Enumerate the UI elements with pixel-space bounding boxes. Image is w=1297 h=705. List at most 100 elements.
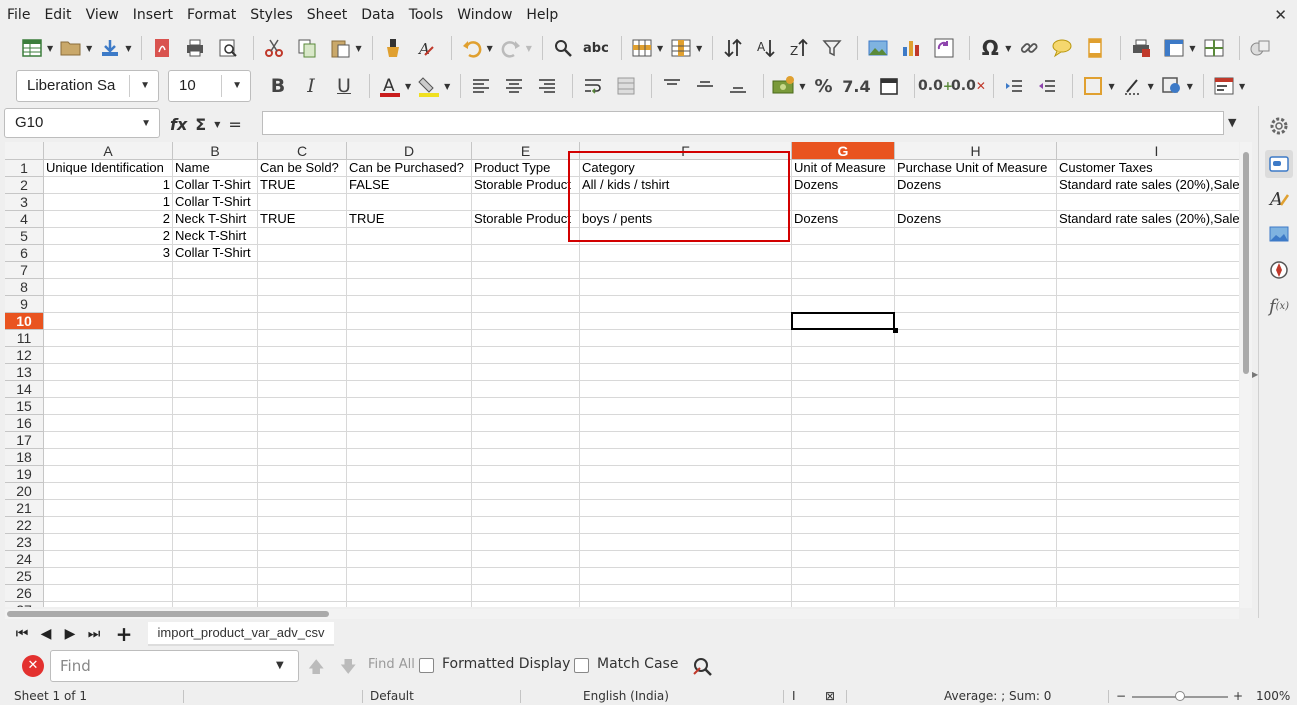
cell-f2[interactable]: All / kids / tshirt (580, 177, 792, 194)
find-history-dropdown-icon[interactable]: ▼ (276, 660, 284, 671)
undo-dropdown-icon[interactable]: ▼ (487, 44, 493, 53)
highlight-color-icon[interactable] (415, 72, 443, 100)
zoom-out-icon[interactable]: − (1116, 689, 1126, 703)
cell-b9[interactable] (173, 296, 258, 313)
sort-icon[interactable] (719, 34, 747, 62)
cell-d2[interactable]: FALSE (347, 177, 472, 194)
vertical-scroll-thumb[interactable] (1243, 152, 1249, 374)
cell-e4[interactable]: Storable Product (472, 211, 580, 228)
language-status[interactable]: English (India) (583, 689, 669, 703)
cell-h5[interactable] (895, 228, 1057, 245)
cell-i22[interactable] (1057, 517, 1239, 534)
cell-i1[interactable]: Customer Taxes (1057, 160, 1239, 177)
cell-d12[interactable] (347, 347, 472, 364)
cell-g8[interactable] (792, 279, 895, 296)
cell-h15[interactable] (895, 398, 1057, 415)
align-left-icon[interactable] (467, 72, 495, 100)
cell-f27[interactable] (580, 602, 792, 607)
sidebar-navigator-icon[interactable] (1265, 256, 1293, 284)
cell-f7[interactable] (580, 262, 792, 279)
cell-h1[interactable]: Purchase Unit of Measure (895, 160, 1057, 177)
split-window-icon[interactable] (1200, 34, 1228, 62)
cell-g6[interactable] (792, 245, 895, 262)
cell-a7[interactable] (44, 262, 173, 279)
first-sheet-icon[interactable]: ⏮ (10, 626, 34, 642)
cell-b25[interactable] (173, 568, 258, 585)
cell-f17[interactable] (580, 432, 792, 449)
sort-ascending-icon[interactable]: A (752, 34, 780, 62)
cell-f11[interactable] (580, 330, 792, 347)
sheet-tab-active[interactable]: import_product_var_adv_csv (148, 622, 334, 646)
cell-b13[interactable] (173, 364, 258, 381)
cell-g26[interactable] (792, 585, 895, 602)
cell-h4[interactable]: Dozens (895, 211, 1057, 228)
define-print-area-icon[interactable] (1127, 34, 1155, 62)
row-header-13[interactable]: 13 (5, 364, 44, 381)
zoom-slider-knob[interactable] (1175, 691, 1185, 701)
cell-e2[interactable]: Storable Product (472, 177, 580, 194)
redo-icon[interactable] (497, 34, 525, 62)
cell-a6[interactable]: 3 (44, 245, 173, 262)
cell-c7[interactable] (258, 262, 347, 279)
cell-e12[interactable] (472, 347, 580, 364)
cell-h8[interactable] (895, 279, 1057, 296)
cell-i2[interactable]: Standard rate sales (20%),Sale (1057, 177, 1239, 194)
cell-i11[interactable] (1057, 330, 1239, 347)
row-header-22[interactable]: 22 (5, 517, 44, 534)
menu-tools[interactable]: Tools (404, 0, 451, 30)
select-all-corner[interactable] (5, 142, 44, 160)
row-icon[interactable] (628, 34, 656, 62)
column-header-b[interactable]: B (173, 142, 258, 160)
cell-a1[interactable]: Unique Identification (44, 160, 173, 177)
column-header-e[interactable]: E (472, 142, 580, 160)
cell-a16[interactable] (44, 415, 173, 432)
cell-a9[interactable] (44, 296, 173, 313)
align-top-icon[interactable] (658, 72, 686, 100)
cell-f10[interactable] (580, 313, 792, 330)
close-document-icon[interactable]: ✕ (1274, 6, 1287, 24)
font-color-dropdown-icon[interactable]: ▼ (405, 82, 411, 91)
cell-f5[interactable] (580, 228, 792, 245)
number-format-icon[interactable]: 7.4 (842, 72, 870, 100)
cell-b19[interactable] (173, 466, 258, 483)
cell-b5[interactable]: Neck T-Shirt (173, 228, 258, 245)
add-decimal-icon[interactable]: 0.0 + (918, 72, 953, 100)
row-header-12[interactable]: 12 (5, 347, 44, 364)
cell-h12[interactable] (895, 347, 1057, 364)
menu-data[interactable]: Data (356, 0, 401, 30)
cut-icon[interactable] (260, 34, 288, 62)
cell-i7[interactable] (1057, 262, 1239, 279)
cell-i24[interactable] (1057, 551, 1239, 568)
cell-i8[interactable] (1057, 279, 1239, 296)
row-header-24[interactable]: 24 (5, 551, 44, 568)
sidebar-settings-icon[interactable] (1265, 112, 1293, 140)
sum-icon[interactable]: Σ (195, 115, 206, 134)
cell-h21[interactable] (895, 500, 1057, 517)
insert-image-icon[interactable] (864, 34, 892, 62)
cell-h13[interactable] (895, 364, 1057, 381)
row-header-3[interactable]: 3 (5, 194, 44, 211)
find-all-button[interactable]: Find All (368, 657, 415, 672)
cell-i9[interactable] (1057, 296, 1239, 313)
delete-decimal-icon[interactable]: 0.0 ✕ (951, 72, 986, 100)
open-dropdown-icon[interactable]: ▼ (86, 44, 92, 53)
cell-d14[interactable] (347, 381, 472, 398)
cell-d27[interactable] (347, 602, 472, 607)
cell-i13[interactable] (1057, 364, 1239, 381)
wrap-text-icon[interactable] (579, 72, 607, 100)
cell-c3[interactable] (258, 194, 347, 211)
cell-d7[interactable] (347, 262, 472, 279)
cell-a20[interactable] (44, 483, 173, 500)
cell-g7[interactable] (792, 262, 895, 279)
cell-e22[interactable] (472, 517, 580, 534)
cell-g22[interactable] (792, 517, 895, 534)
cell-i25[interactable] (1057, 568, 1239, 585)
headers-footers-icon[interactable] (1081, 34, 1109, 62)
column-header-h[interactable]: H (895, 142, 1057, 160)
cell-c20[interactable] (258, 483, 347, 500)
menu-help[interactable]: Help (521, 0, 565, 30)
menu-file[interactable]: File (2, 0, 37, 30)
cell-e7[interactable] (472, 262, 580, 279)
cell-c4[interactable]: TRUE (258, 211, 347, 228)
increase-indent-icon[interactable] (1000, 72, 1028, 100)
